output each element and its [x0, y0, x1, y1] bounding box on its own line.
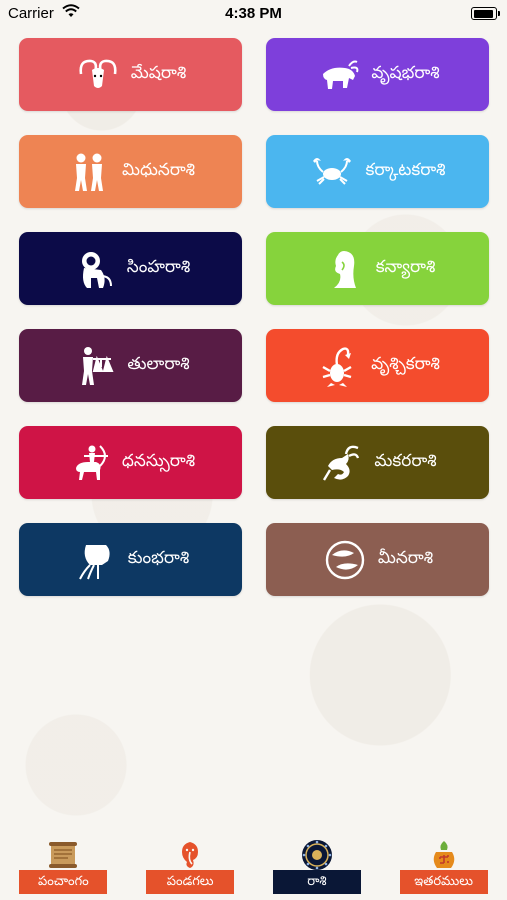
panchangam-scroll-icon: [49, 842, 78, 868]
scorpio-icon: [322, 346, 352, 387]
tab-pandagalu[interactable]: పండగలు: [127, 836, 254, 900]
status-bar: Carrier 4:38 PM: [0, 0, 507, 28]
tab-label: పంచాంగం: [19, 870, 108, 894]
rasi-tile-mithuna[interactable]: మిధునరాశి: [19, 135, 242, 208]
rasi-label: కుంభరాశి: [127, 547, 190, 568]
rasi-label: మకరరాశి: [374, 450, 437, 471]
rasi-tile-simha[interactable]: సింహరాశి: [19, 232, 242, 305]
pisces-icon: [325, 540, 365, 579]
tab-label: రాశి: [272, 870, 361, 894]
rasi-label: తులారాశి: [127, 353, 190, 374]
rasi-tile-kumbha[interactable]: కుంభరాశి: [19, 523, 242, 596]
rasi-label: సింహరాశి: [126, 256, 191, 277]
rasi-grid: మేషరాశి వృషభరాశి మిధునరాశి కర్కాటకరాశి స…: [19, 38, 489, 596]
virgo-icon: [333, 250, 356, 288]
capricorn-icon: [323, 445, 360, 481]
tab-panchangam[interactable]: పంచాంగం: [0, 836, 127, 900]
rasi-tile-vrushabha[interactable]: వృషభరాశి: [266, 38, 489, 111]
rasi-tile-tula[interactable]: తులారాశి: [19, 329, 242, 402]
taurus-icon: [323, 60, 359, 89]
rasi-tile-meena[interactable]: మీనరాశి: [266, 523, 489, 596]
tab-label: పండగలు: [146, 870, 235, 894]
libra-icon: [82, 346, 114, 385]
tab-rasi[interactable]: రాశి: [254, 836, 381, 900]
tab-label: ఇతరములు: [399, 870, 488, 894]
sagittarius-icon: [75, 444, 108, 480]
tab-itaramulu[interactable]: ఇతరములు: [380, 836, 507, 900]
bottom-tab-bar: పంచాంగం పండగలు రాశి ఇతరములు: [0, 836, 507, 900]
rasi-tile-dhanussu[interactable]: ధనస్సురాశి: [19, 426, 242, 499]
rasi-label: మేషరాశి: [130, 62, 187, 83]
rasi-tile-kanya[interactable]: కన్యారాశి: [266, 232, 489, 305]
rasi-label: ధనస్సురాశి: [121, 450, 196, 471]
rasi-tile-mesha[interactable]: మేషరాశి: [19, 38, 242, 111]
aries-icon: [79, 59, 117, 88]
ganesha-icon: [182, 842, 199, 868]
kalasam-icon: [433, 841, 454, 868]
gemini-icon: [74, 153, 103, 191]
rasi-label: వృశ్చికరాశి: [371, 353, 440, 374]
rasi-label: కన్యారాశి: [375, 256, 436, 277]
rasi-label: వృషభరాశి: [371, 62, 440, 83]
rasi-tile-vruschika[interactable]: వృశ్చికరాశి: [266, 329, 489, 402]
rasi-label: కర్కాటకరాశి: [365, 159, 446, 180]
cancer-icon: [313, 157, 352, 185]
leo-icon: [81, 251, 112, 288]
battery-icon: [471, 7, 500, 20]
rasi-tile-karkataka[interactable]: కర్కాటకరాశి: [266, 135, 489, 208]
rasi-label: మీనరాశి: [377, 547, 434, 568]
rasi-label: మిధునరాశి: [121, 159, 196, 180]
clock: 4:38 PM: [225, 5, 282, 22]
rasi-tile-makara[interactable]: మకరరాశి: [266, 426, 489, 499]
zodiac-wheel-icon: [301, 840, 332, 870]
aquarius-icon: [78, 544, 110, 579]
